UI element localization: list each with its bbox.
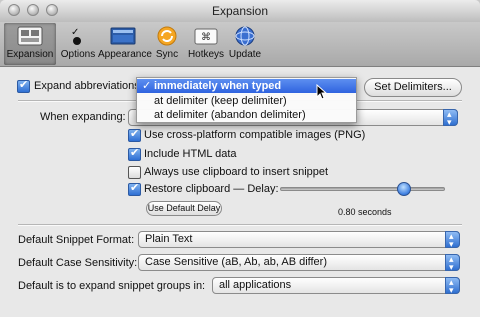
delay-slider-track[interactable] <box>280 187 445 191</box>
toolbar-label: Appearance <box>98 49 152 60</box>
toolbar: Expansion ✓ Options Appearance Sync ⌘ Ho… <box>0 22 480 67</box>
preferences-window: Expansion Expansion ✓ Options Appearance… <box>0 0 480 317</box>
delay-slider-knob[interactable] <box>396 182 411 196</box>
sync-icon <box>154 25 180 47</box>
menu-item-label: at delimiter (abandon delimiter) <box>154 109 306 121</box>
html-data-checkbox[interactable] <box>128 146 141 161</box>
window-title: Expansion <box>211 4 269 18</box>
set-delimiters-button[interactable]: Set Delimiters... <box>364 78 462 97</box>
always-clipboard-checkbox[interactable] <box>128 166 141 179</box>
expand-abbreviations-checkbox[interactable] <box>17 78 30 93</box>
menu-item-label: at delimiter (keep delimiter) <box>154 95 287 107</box>
toolbar-item-options[interactable]: ✓ Options <box>58 23 98 65</box>
toolbar-item-appearance[interactable]: Appearance <box>98 23 152 65</box>
options-icon: ✓ <box>65 25 91 47</box>
update-icon <box>232 25 258 47</box>
toolbar-item-sync[interactable]: Sync <box>152 23 182 65</box>
popup-arrows-icon <box>445 252 460 275</box>
svg-text:⌘: ⌘ <box>201 32 211 43</box>
use-default-delay-button[interactable]: Use Default Delay <box>146 201 222 216</box>
toolbar-label: Hotkeys <box>187 49 225 60</box>
snippet-format-label: Default Snippet Format: <box>18 234 135 246</box>
title-bar: Expansion <box>0 0 480 23</box>
case-sensitivity-popup[interactable]: Case Sensitive (aB, Ab, ab, AB differ) <box>138 252 460 275</box>
snippet-format-popup[interactable]: Plain Text <box>138 229 460 252</box>
menu-item-label: immediately when typed <box>154 80 282 92</box>
toolbar-label: Expansion <box>6 49 54 60</box>
snippet-groups-popup[interactable]: all applications <box>212 275 460 298</box>
appearance-icon <box>110 25 136 47</box>
menu-item-abandon-delimiter[interactable]: at delimiter (abandon delimiter) <box>137 108 356 122</box>
toolbar-label: Sync <box>155 49 179 60</box>
always-clipboard-label: Always use clipboard to insert snippet <box>144 166 329 178</box>
when-expanding-label: When expanding: <box>40 111 126 123</box>
popup-arrows-icon <box>443 107 458 130</box>
popup-arrows-icon <box>445 275 460 298</box>
png-images-checkbox[interactable] <box>128 127 141 142</box>
checkmark-icon: ✓ <box>142 80 152 92</box>
popup-arrows-icon <box>445 229 460 252</box>
expand-abbreviations-label: Expand abbreviations <box>34 80 140 92</box>
toolbar-item-hotkeys[interactable]: ⌘ Hotkeys <box>186 23 226 65</box>
snippet-groups-label: Default is to expand snippet groups in: <box>18 280 206 292</box>
png-images-label: Use cross-platform compatible images (PN… <box>144 129 366 141</box>
case-sensitivity-label: Default Case Sensitivity: <box>18 257 138 269</box>
divider <box>18 224 462 226</box>
restore-clipboard-checkbox[interactable] <box>128 181 141 196</box>
restore-clipboard-label: Restore clipboard — Delay: <box>144 183 279 195</box>
case-sensitivity-value: Case Sensitive (aB, Ab, ab, AB differ) <box>145 256 328 268</box>
html-data-label: Include HTML data <box>144 148 237 160</box>
svg-text:✓: ✓ <box>71 27 79 38</box>
toolbar-item-expansion[interactable]: Expansion <box>4 23 56 65</box>
toolbar-item-update[interactable]: Update <box>228 23 262 65</box>
delay-value: 0.80 seconds <box>338 207 392 217</box>
toolbar-label: Update <box>228 49 262 60</box>
cursor-icon <box>316 84 328 100</box>
snippet-format-value: Plain Text <box>145 233 193 245</box>
expansion-icon <box>17 25 43 47</box>
hotkeys-icon: ⌘ <box>193 25 219 47</box>
toolbar-label: Options <box>60 49 96 60</box>
snippet-groups-value: all applications <box>219 279 292 291</box>
